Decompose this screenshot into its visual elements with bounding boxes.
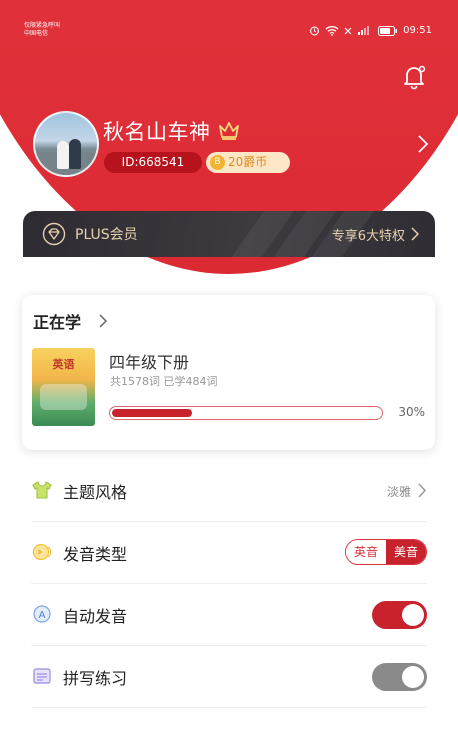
wifi-icon xyxy=(325,26,339,36)
british-accent-option[interactable]: 英音 xyxy=(346,540,386,564)
avatar-photo-person xyxy=(57,141,69,169)
plus-membership-bar[interactable]: PLUS会员 专享6大特权 xyxy=(23,211,435,257)
carrier-name: 中国电信 xyxy=(24,30,49,37)
chevron-right-icon[interactable] xyxy=(416,134,430,154)
pronunciation-icon xyxy=(32,543,52,561)
toggle-knob xyxy=(402,604,424,626)
coins-badge[interactable]: B 20爵币 xyxy=(206,152,290,173)
svg-text:A: A xyxy=(39,610,46,621)
auto-pronunciation-row: A 自动发音 xyxy=(31,584,427,646)
book-cover-image[interactable]: 英语 xyxy=(32,348,95,426)
progress-bar xyxy=(109,406,383,420)
toggle-knob xyxy=(402,666,424,688)
theme-style-value: 淡雅 xyxy=(386,485,411,499)
book-cover-title: 英语 xyxy=(52,358,75,371)
spelling-practice-label: 拼写练习 xyxy=(63,669,128,688)
chevron-right-icon xyxy=(411,227,419,241)
word-stats: 共1578词 已学484词 xyxy=(110,375,218,388)
coins-label: 20爵币 xyxy=(228,155,268,169)
diamond-icon xyxy=(42,222,66,246)
plus-label: PLUS会员 xyxy=(75,227,138,243)
coin-icon: B xyxy=(210,155,225,170)
crown-icon xyxy=(219,122,239,140)
pronunciation-segmented-control: 英音 美音 xyxy=(345,539,427,565)
carrier-emergency-text: 仅限紧急呼叫 xyxy=(24,22,61,29)
pronunciation-type-row: 发音类型 英音 美音 xyxy=(31,522,427,584)
chevron-right-icon[interactable] xyxy=(99,314,108,328)
progress-percent: 30% xyxy=(398,405,425,419)
status-carrier: 仅限紧急呼叫 中国电信 xyxy=(24,22,60,38)
avatar[interactable] xyxy=(33,111,99,177)
keyboard-icon xyxy=(33,668,51,684)
spelling-practice-toggle[interactable] xyxy=(372,663,427,691)
current-learning-card[interactable]: 正在学 英语 四年级下册 共1578词 已学484词 30% xyxy=(22,295,435,450)
auto-pronunciation-toggle[interactable] xyxy=(372,601,427,629)
battery-icon xyxy=(378,25,398,36)
theme-style-label: 主题风格 xyxy=(63,483,128,502)
tshirt-icon xyxy=(32,481,52,499)
american-accent-option[interactable]: 美音 xyxy=(386,540,426,564)
notification-bell-icon[interactable] xyxy=(400,62,428,90)
book-cover-illustration xyxy=(40,384,87,410)
progress-fill xyxy=(112,409,192,417)
pronunciation-type-label: 发音类型 xyxy=(63,545,128,564)
spelling-practice-row: 拼写练习 xyxy=(31,646,427,708)
status-time: 09:51 xyxy=(403,25,432,36)
status-indicators: 09:51 xyxy=(309,25,432,36)
book-grade: 四年级下册 xyxy=(109,353,190,372)
theme-style-row[interactable]: 主题风格 淡雅 xyxy=(31,460,427,522)
alarm-icon xyxy=(310,26,320,36)
no-sim-icon xyxy=(344,27,352,34)
auto-pronounce-icon: A xyxy=(33,605,51,623)
user-id-badge: ID:668541 xyxy=(104,152,202,173)
auto-pronunciation-label: 自动发音 xyxy=(63,607,128,626)
avatar-photo-person xyxy=(69,139,81,169)
signal-icon xyxy=(358,26,370,35)
chevron-right-icon xyxy=(418,483,427,498)
plus-privileges-link[interactable]: 专享6大特权 xyxy=(332,225,405,244)
profile-header: 仅限紧急呼叫 中国电信 09:51 秋名山车神 ID:668541 B 20爵币 xyxy=(0,0,458,278)
username: 秋名山车神 xyxy=(103,120,211,144)
learning-section-title: 正在学 xyxy=(33,313,82,332)
